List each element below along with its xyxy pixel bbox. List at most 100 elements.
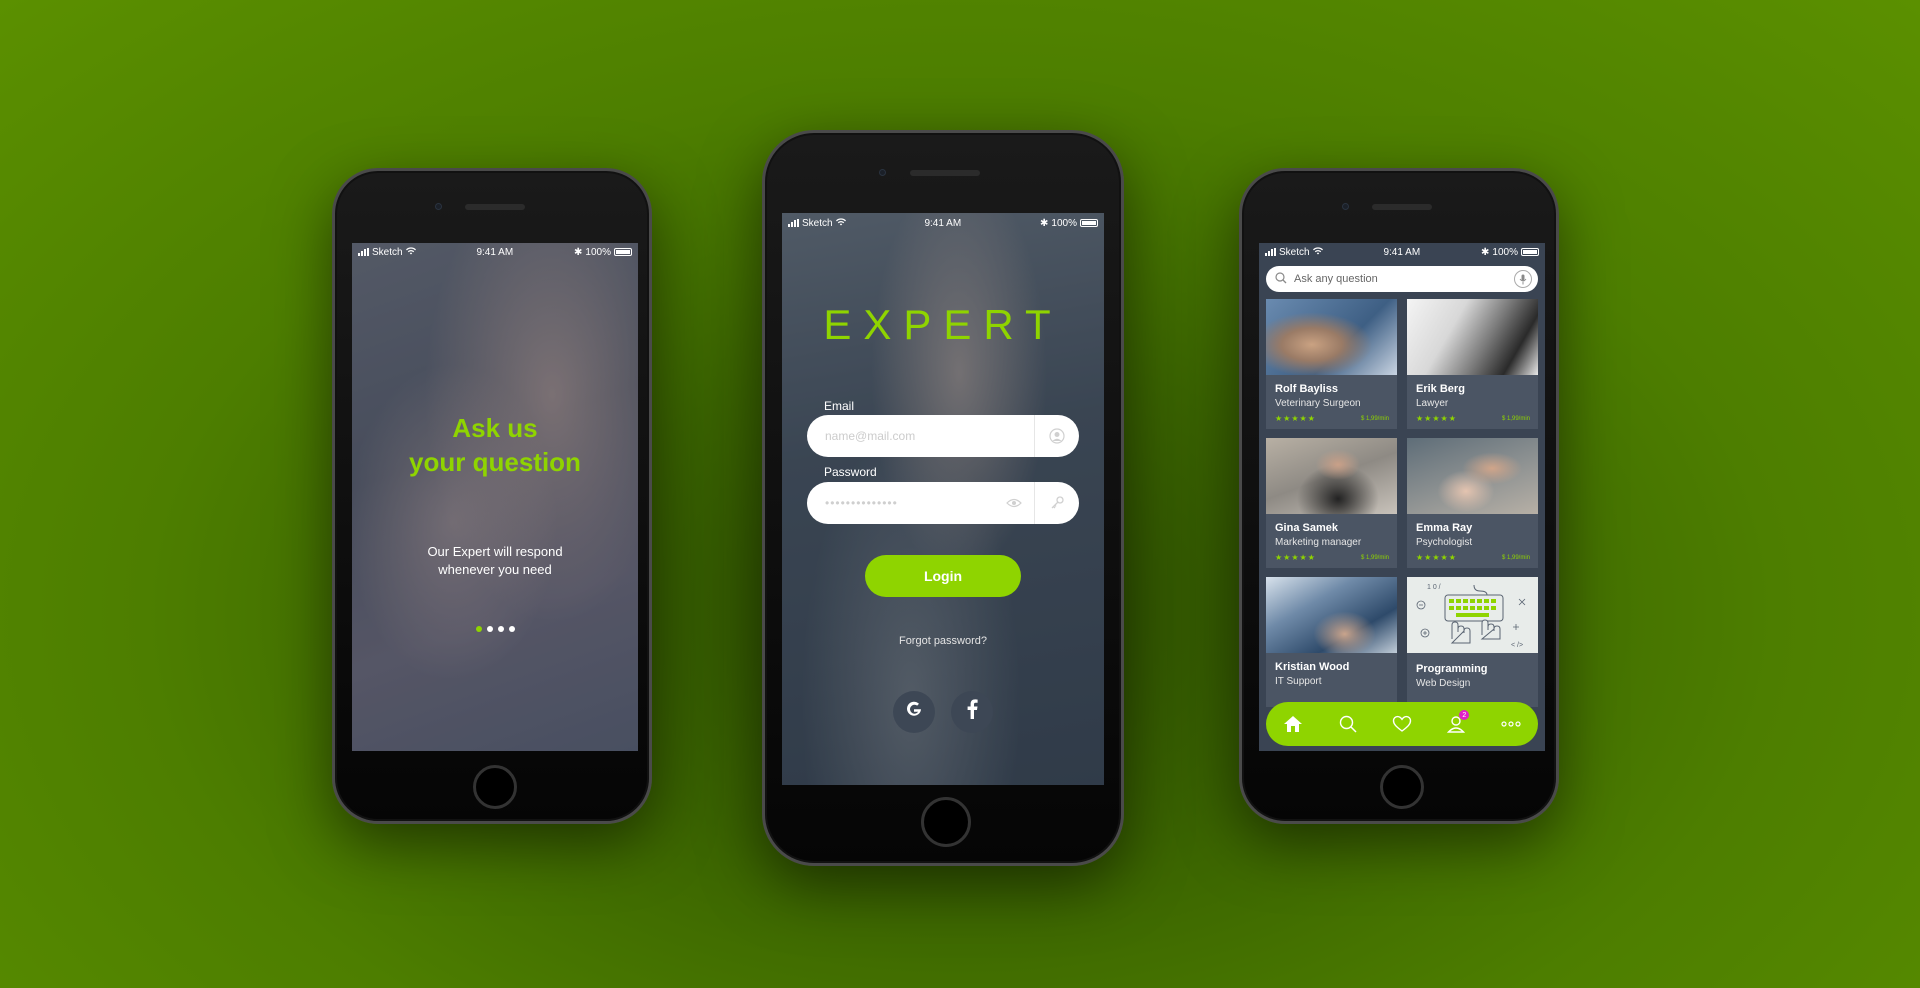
wifi-icon (835, 217, 846, 229)
front-camera (879, 169, 886, 176)
email-field[interactable] (807, 415, 1034, 457)
earpiece-speaker (910, 170, 980, 176)
key-icon (1035, 496, 1079, 510)
page-dot-4[interactable] (508, 626, 515, 632)
tab-profile[interactable]: 2 (1441, 709, 1471, 739)
status-time: 9:41 AM (924, 217, 962, 229)
bluetooth-icon: ✱ (1040, 217, 1049, 229)
expert-card[interactable]: Gina Samek Marketing manager ★★★★★ $ 1,9… (1266, 438, 1397, 568)
rating-stars: ★★★★★ (1416, 553, 1457, 562)
home-button[interactable] (921, 797, 971, 847)
tab-home[interactable] (1278, 709, 1308, 739)
carrier-signal: Sketch (1265, 247, 1323, 258)
front-camera (435, 203, 442, 210)
page-dot-2[interactable] (486, 626, 493, 632)
front-camera (1342, 203, 1349, 210)
expert-price: $ 1,99/min (1360, 555, 1389, 561)
battery-icon (1521, 248, 1539, 256)
expert-name: Emma Ray (1416, 522, 1473, 534)
expert-photo (1266, 438, 1397, 514)
more-icon (1501, 721, 1521, 727)
google-icon (904, 699, 924, 725)
expert-card[interactable]: Emma Ray Psychologist ★★★★★ $ 1,99/min (1407, 438, 1538, 568)
keyboard-icon: 1 0 / < /> (1416, 584, 1526, 649)
facebook-icon (966, 699, 978, 725)
microphone-icon[interactable] (1514, 270, 1532, 288)
onboarding-subtitle: Our Expert will respond whenever you nee… (352, 543, 638, 579)
google-login-button[interactable] (893, 691, 935, 733)
onboarding-screen: Sketch 9:41 AM ✱ 100% Ask us your questi… (352, 243, 638, 751)
bluetooth-icon: ✱ (574, 246, 583, 258)
tab-favorites[interactable] (1387, 709, 1417, 739)
programming-illustration: 1 0 / < /> (1407, 577, 1538, 653)
expert-card[interactable]: 1 0 / < /> Programming Web Design (1407, 577, 1538, 707)
home-button[interactable] (1380, 765, 1424, 809)
expert-photo (1407, 438, 1538, 514)
password-label: Password (824, 465, 877, 479)
svg-text:1 0 /: 1 0 / (1427, 584, 1441, 591)
title-line-2: your question (409, 447, 581, 477)
battery-icon (1080, 219, 1098, 227)
status-bar: Sketch 9:41 AM ✱ 100% (1259, 243, 1545, 261)
user-icon (1035, 428, 1079, 444)
expert-card[interactable]: Kristian Wood IT Support (1266, 577, 1397, 707)
expert-role: IT Support (1275, 676, 1322, 687)
login-button[interactable]: Login (865, 555, 1021, 597)
page-dot-1[interactable] (475, 626, 482, 632)
photo-overlay (352, 243, 638, 751)
expert-role: Psychologist (1416, 537, 1473, 548)
phone-onboarding: Sketch 9:41 AM ✱ 100% Ask us your questi… (332, 168, 652, 824)
page-indicator[interactable] (352, 626, 638, 632)
status-bar: Sketch 9:41 AM ✱ 100% (782, 213, 1104, 233)
tab-search[interactable] (1333, 709, 1363, 739)
facebook-login-button[interactable] (951, 691, 993, 733)
phone-login: Sketch 9:41 AM ✱ 100% EXPERT Email Passw… (762, 130, 1124, 866)
rating-stars: ★★★★★ (1416, 414, 1457, 423)
forgot-password-link[interactable]: Forgot password? (782, 635, 1104, 647)
search-input[interactable] (1290, 273, 1514, 285)
battery-percent: 100% (1051, 217, 1077, 229)
expert-card[interactable]: Rolf Bayliss Veterinary Surgeon ★★★★★ $ … (1266, 299, 1397, 429)
login-screen: Sketch 9:41 AM ✱ 100% EXPERT Email Passw… (782, 213, 1104, 785)
expert-photo (1407, 299, 1538, 375)
expert-price: $ 1,99/min (1501, 555, 1530, 561)
status-time: 9:41 AM (476, 246, 514, 258)
battery-percent: 100% (1492, 246, 1518, 258)
carrier-name: Sketch (372, 246, 403, 258)
earpiece-speaker (465, 204, 525, 210)
tab-more[interactable] (1496, 709, 1526, 739)
earpiece-speaker (1372, 204, 1432, 210)
onboarding-title: Ask us your question (352, 411, 638, 479)
status-bar: Sketch 9:41 AM ✱ 100% (352, 243, 638, 261)
expert-price: $ 1,99/min (1501, 416, 1530, 422)
signal-icon (788, 219, 799, 227)
expert-name: Erik Berg (1416, 383, 1465, 395)
expert-price: $ 1,99/min (1360, 416, 1389, 422)
page-dot-3[interactable] (497, 626, 504, 632)
expert-card[interactable]: Erik Berg Lawyer ★★★★★ $ 1,99/min (1407, 299, 1538, 429)
email-field-wrapper (807, 415, 1079, 457)
eye-icon[interactable] (1002, 498, 1026, 508)
notification-badge: 2 (1459, 710, 1470, 720)
carrier-name: Sketch (1279, 246, 1310, 258)
carrier-signal: Sketch (358, 247, 416, 258)
brand-logo: EXPERT (823, 301, 1063, 348)
search-bar[interactable] (1266, 266, 1538, 292)
status-time: 9:41 AM (1383, 246, 1421, 258)
home-button[interactable] (473, 765, 517, 809)
expert-role: Lawyer (1416, 398, 1449, 409)
expert-role: Web Design (1416, 678, 1471, 689)
subtitle-line-1: Our Expert will respond (427, 544, 563, 559)
phone-experts: Sketch 9:41 AM ✱ 100% Ask any question R… (1239, 168, 1559, 824)
rating-stars: ★★★★★ (1275, 553, 1316, 562)
battery-status: ✱ 100% (574, 247, 632, 258)
expert-name: Programming (1416, 663, 1488, 675)
password-field-wrapper (807, 482, 1079, 524)
battery-status: ✱ 100% (1040, 218, 1098, 229)
expert-name: Rolf Bayliss (1275, 383, 1338, 395)
expert-photo (1266, 577, 1397, 653)
password-field[interactable] (807, 482, 1002, 524)
svg-text:< />: < /> (1511, 642, 1523, 649)
wifi-icon (405, 246, 416, 258)
bluetooth-icon: ✱ (1481, 246, 1490, 258)
